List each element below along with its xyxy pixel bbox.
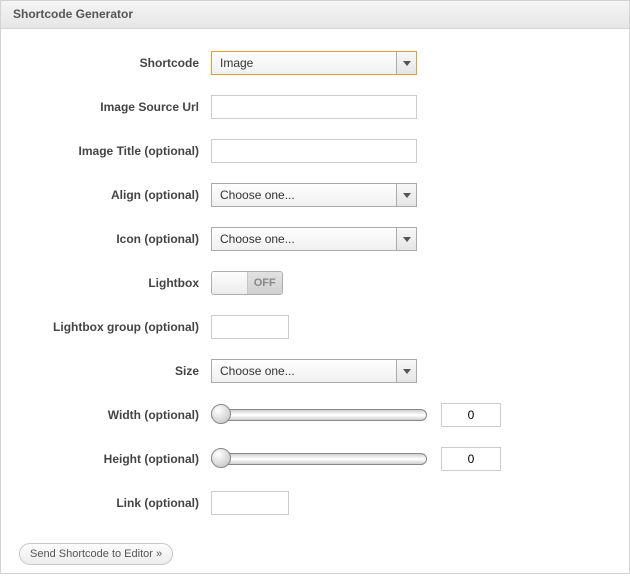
row-size: Size Choose one... xyxy=(19,359,611,383)
label-image-source: Image Source Url xyxy=(19,100,211,114)
row-lightbox-group: Lightbox group (optional) xyxy=(19,315,611,339)
label-lightbox: Lightbox xyxy=(19,276,211,290)
chevron-down-icon xyxy=(396,360,416,382)
select-size-value: Choose one... xyxy=(220,364,295,378)
row-icon: Icon (optional) Choose one... xyxy=(19,227,611,251)
input-lightbox-group[interactable] xyxy=(211,315,289,339)
select-shortcode[interactable]: Image xyxy=(211,51,417,75)
row-width: Width (optional) xyxy=(19,403,611,427)
slider-width[interactable] xyxy=(211,408,427,422)
chevron-down-icon xyxy=(396,52,416,74)
input-height-value[interactable] xyxy=(441,447,501,471)
input-image-source[interactable] xyxy=(211,95,417,119)
row-shortcode: Shortcode Image xyxy=(19,51,611,75)
input-link[interactable] xyxy=(211,491,289,515)
shortcode-generator-panel: Shortcode Generator Shortcode Image Imag… xyxy=(0,0,630,574)
select-icon[interactable]: Choose one... xyxy=(211,227,417,251)
slider-height[interactable] xyxy=(211,452,427,466)
label-shortcode: Shortcode xyxy=(19,56,211,70)
label-align: Align (optional) xyxy=(19,188,211,202)
select-shortcode-value: Image xyxy=(220,56,253,70)
input-image-title[interactable] xyxy=(211,139,417,163)
toggle-on-side xyxy=(212,272,247,294)
toggle-lightbox[interactable]: OFF xyxy=(211,271,283,295)
row-link: Link (optional) xyxy=(19,491,611,515)
row-height: Height (optional) xyxy=(19,447,611,471)
send-shortcode-button[interactable]: Send Shortcode to Editor » xyxy=(19,543,173,565)
row-align: Align (optional) Choose one... xyxy=(19,183,611,207)
label-link: Link (optional) xyxy=(19,496,211,510)
slider-track xyxy=(211,453,427,465)
chevron-down-icon xyxy=(396,184,416,206)
panel-title: Shortcode Generator xyxy=(1,1,629,29)
row-lightbox: Lightbox OFF xyxy=(19,271,611,295)
label-image-title: Image Title (optional) xyxy=(19,144,211,158)
select-icon-value: Choose one... xyxy=(220,232,295,246)
slider-handle[interactable] xyxy=(211,404,231,424)
label-height: Height (optional) xyxy=(19,452,211,466)
slider-track xyxy=(211,409,427,421)
label-icon: Icon (optional) xyxy=(19,232,211,246)
select-align-value: Choose one... xyxy=(220,188,295,202)
input-width-value[interactable] xyxy=(441,403,501,427)
label-lightbox-group: Lightbox group (optional) xyxy=(19,320,211,334)
select-size[interactable]: Choose one... xyxy=(211,359,417,383)
panel-body: Shortcode Image Image Source Url Image T… xyxy=(1,29,629,577)
select-align[interactable]: Choose one... xyxy=(211,183,417,207)
row-image-title: Image Title (optional) xyxy=(19,139,611,163)
slider-handle[interactable] xyxy=(211,448,231,468)
label-size: Size xyxy=(19,364,211,378)
toggle-off-side: OFF xyxy=(247,272,283,294)
row-image-source: Image Source Url xyxy=(19,95,611,119)
chevron-down-icon xyxy=(396,228,416,250)
label-width: Width (optional) xyxy=(19,408,211,422)
